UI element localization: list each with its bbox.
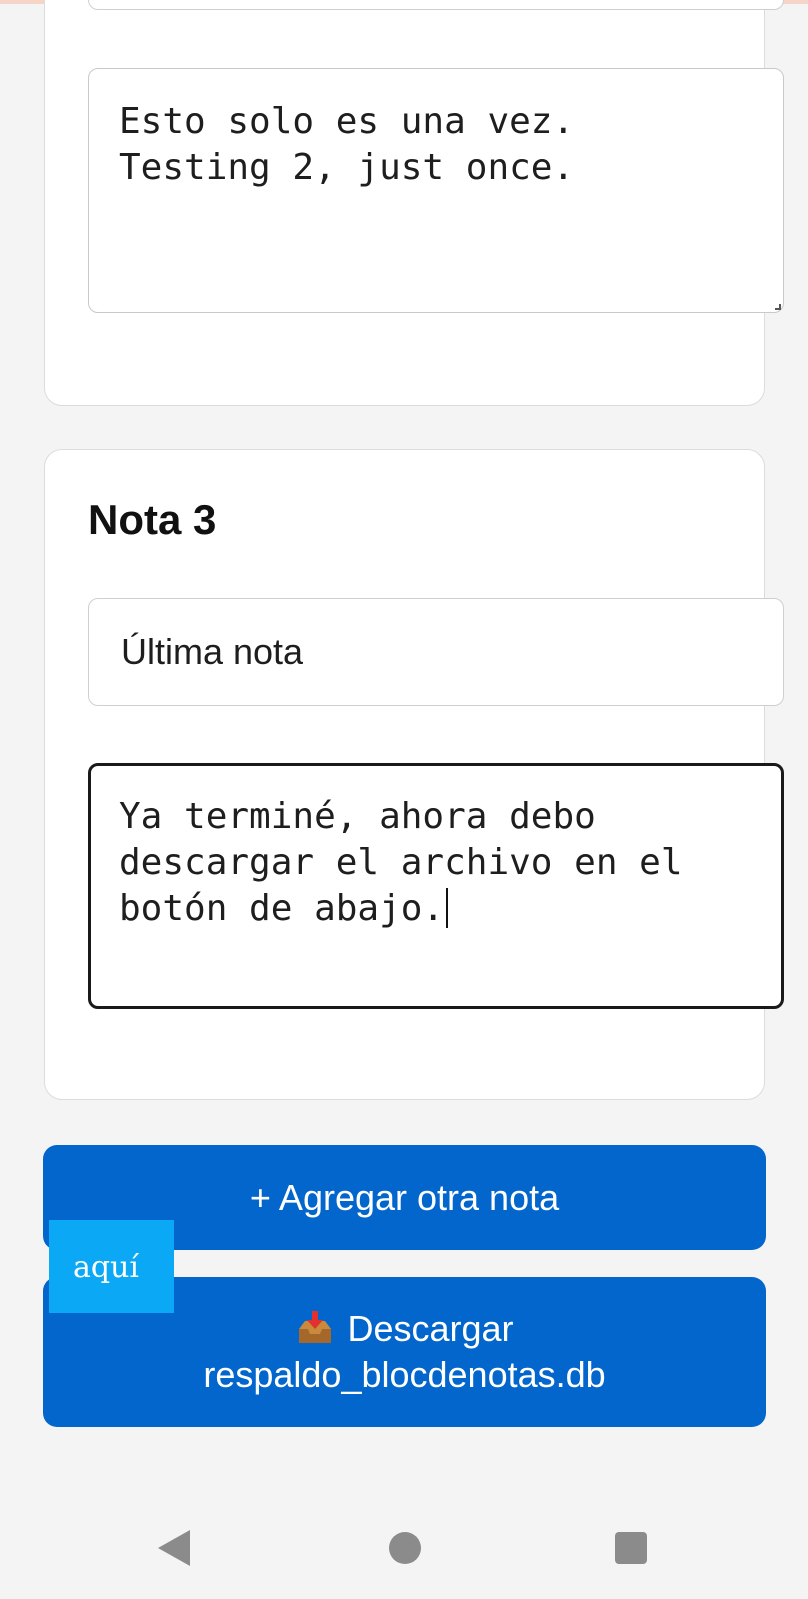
note-3-content-textarea[interactable]: Ya terminé, ahora debo descargar el arch… <box>88 763 784 1009</box>
text-caret <box>446 888 449 928</box>
annotation-label: aquí <box>49 1220 174 1313</box>
download-label: Descargar <box>347 1308 514 1349</box>
resize-grip-icon[interactable] <box>775 304 781 310</box>
note-3-title-value: Última nota <box>121 631 304 672</box>
note-2-content-textarea[interactable]: Esto solo es una vez. Testing 2, just on… <box>88 68 784 313</box>
home-circle-icon[interactable] <box>389 1532 421 1564</box>
add-note-label: + Agregar otra nota <box>249 1176 560 1218</box>
note-3-title-input[interactable]: Última nota <box>88 598 784 706</box>
note-2-content-text: Esto solo es una vez. Testing 2, just on… <box>119 101 575 188</box>
download-filename: respaldo_blocdenotas.db <box>203 1354 606 1395</box>
system-nav-bar <box>0 1500 808 1599</box>
inbox-tray-icon <box>299 1311 332 1343</box>
note-3-heading: Nota 3 <box>88 496 217 543</box>
note-3-content-text: Ya terminé, ahora debo descargar el arch… <box>119 796 705 929</box>
back-triangle-icon[interactable] <box>158 1530 190 1566</box>
note-2-title-input[interactable] <box>88 0 784 10</box>
recents-square-icon[interactable] <box>615 1532 647 1564</box>
download-line: Descargar <box>295 1306 514 1352</box>
